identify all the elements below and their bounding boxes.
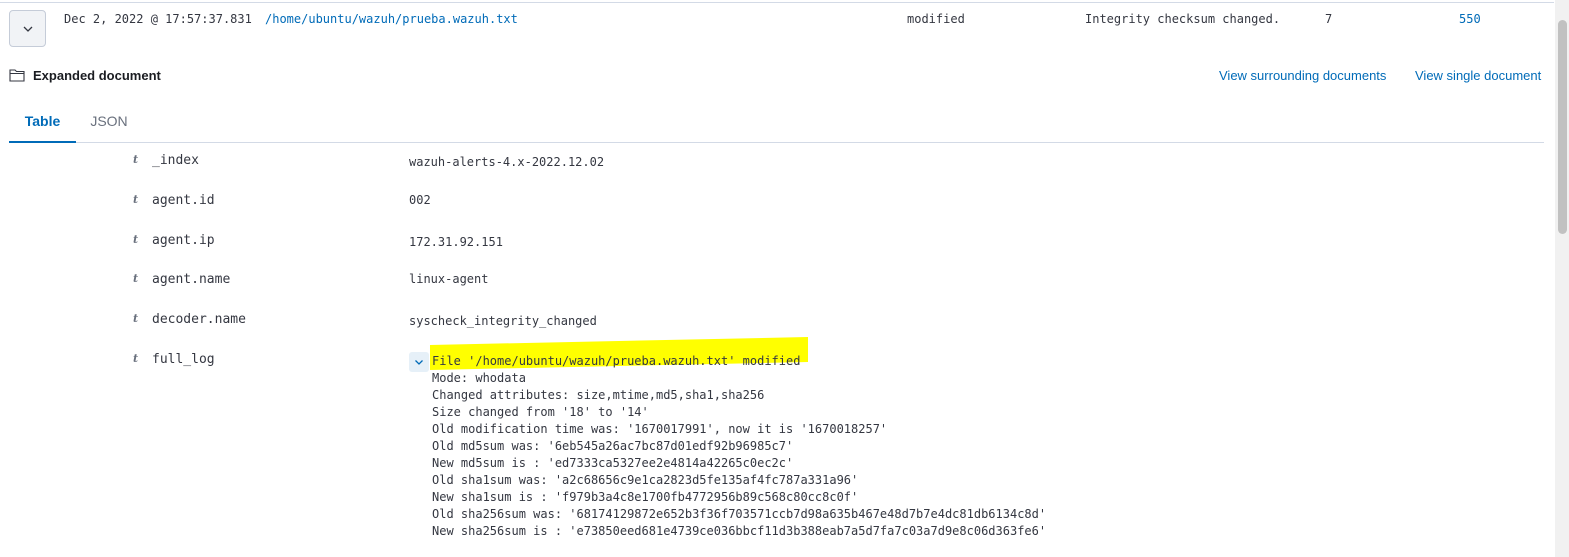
field-value: syscheck_integrity_changed [409,314,597,328]
log-line: Size changed from '18' to '14' [432,405,649,419]
field-type-string-icon: t [133,233,139,246]
field-type-string-icon: t [133,352,139,365]
log-line: Old modification time was: '1670017991',… [432,422,888,436]
log-line: Old sha1sum was: 'a2c68656c9e1ca2823d5fe… [432,473,859,487]
folder-icon [9,69,25,82]
collapse-full-log-button[interactable] [409,352,429,372]
scrollbar-thumb[interactable] [1558,20,1567,234]
expanded-document-title: Expanded document [33,68,161,83]
field-value: wazuh-alerts-4.x-2022.12.02 [409,155,605,169]
field-type-string-icon: t [133,193,139,206]
field-type-string-icon: t [133,153,139,166]
tab-bar-divider [9,142,1544,143]
log-line: New sha256sum is : 'e73850eed681e4739ce0… [432,524,1047,538]
row-description: Integrity checksum changed. [1085,12,1281,26]
field-type-string-icon: t [133,312,139,325]
chevron-down-icon [415,359,423,365]
tab-table[interactable]: Table [9,100,76,143]
field-value: 172.31.92.151 [409,235,503,249]
row-event: modified [907,12,965,26]
view-single-document-link[interactable]: View single document [1415,68,1541,83]
log-line: New md5sum is : 'ed7333ca5327ee2e4814a42… [432,456,794,470]
agent-id-link[interactable]: 002 [409,193,431,207]
log-line: Changed attributes: size,mtime,md5,sha1,… [432,388,765,402]
collapse-row-button[interactable] [9,10,46,47]
field-name: agent.ip [152,233,215,248]
agent-name-link[interactable]: linux-agent [409,272,488,286]
log-line: Old sha256sum was: '68174129872e652b3f36… [432,507,1047,521]
view-surrounding-documents-link[interactable]: View surrounding documents [1219,68,1386,83]
field-type-string-icon: t [133,272,139,285]
tab-json[interactable]: JSON [78,100,140,141]
row-top-border [0,2,1554,3]
field-name: _index [152,153,199,168]
chevron-down-icon [23,26,32,32]
field-name: decoder.name [152,312,246,327]
log-line: Old md5sum was: '6eb545a26ac7bc87d01edf9… [432,439,794,453]
field-name: agent.id [152,193,215,208]
log-line: New sha1sum is : 'f979b3a4c8e1700fb47729… [432,490,859,504]
row-rule-id-link[interactable]: 550 [1459,12,1481,26]
log-line: File '/home/ubuntu/wazuh/prueba.wazuh.tx… [432,354,801,368]
row-level: 7 [1325,12,1333,26]
row-path-link[interactable]: /home/ubuntu/wazuh/prueba.wazuh.txt [265,12,518,26]
full-log-value: File '/home/ubuntu/wazuh/prueba.wazuh.tx… [432,353,1046,540]
field-name: agent.name [152,272,231,287]
log-line: Mode: whodata [432,371,526,385]
row-timestamp: Dec 2, 2022 @ 17:57:37.831 [64,12,252,26]
field-name: full_log [152,352,215,367]
